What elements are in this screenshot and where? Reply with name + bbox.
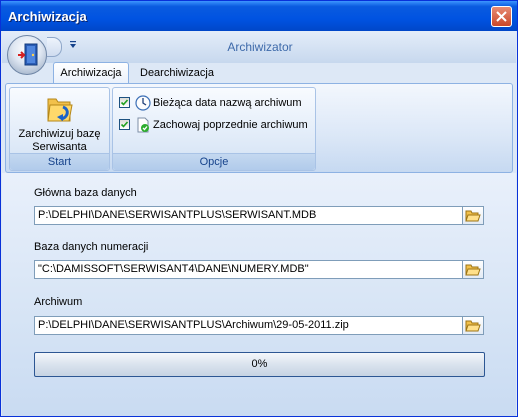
archive-button-label-line1: Zarchiwizuj bazę [18, 128, 101, 140]
archive-input[interactable]: P:\DELPHI\DANE\SERWISANTPLUS\Archiwum\29… [34, 316, 463, 335]
open-folder-icon [465, 210, 481, 222]
numbering-db-label: Baza danych numeracji [34, 241, 149, 253]
keep-previous-label: Zachowaj poprzednie archiwum [153, 119, 308, 131]
tab-archiwizacja[interactable]: Archiwizacja [53, 62, 129, 83]
folder-arrow-icon [47, 98, 73, 122]
close-button[interactable] [491, 6, 512, 27]
current-date-label: Bieżąca data nazwą archiwum [153, 97, 302, 109]
checkmark-icon [120, 99, 129, 106]
title-bar[interactable]: Archiwizacja [1, 1, 517, 31]
archive-database-button[interactable]: Zarchiwizuj bazę Serwisanta [12, 90, 107, 154]
group-start: Zarchiwizuj bazę Serwisanta Start [9, 87, 110, 171]
numbering-db-input[interactable]: "C:\DAMISSOFT\SERWISANT4\DANE\NUMERY.MDB… [34, 260, 463, 279]
checkmark-icon [120, 121, 129, 128]
progress-bar: 0% [34, 352, 485, 377]
main-db-label: Główna baza danych [34, 187, 137, 199]
document-check-icon [137, 117, 149, 133]
main-db-input[interactable]: P:\DELPHI\DANE\SERWISANTPLUS\SERWISANT.M… [34, 206, 463, 225]
customize-toolbar-dropdown-icon[interactable] [68, 40, 78, 50]
open-folder-icon [465, 320, 481, 332]
app-title: Archiwizator [227, 40, 293, 54]
archive-window: Archiwizacja Archiwizator Archiwizacja D… [0, 0, 518, 417]
current-date-checkbox[interactable] [119, 97, 130, 108]
ribbon-panel: Zarchiwizuj bazę Serwisanta Start Bieżąc… [5, 83, 513, 173]
main-db-browse-button[interactable] [463, 206, 484, 225]
open-folder-icon [465, 264, 481, 276]
keep-previous-checkbox[interactable] [119, 119, 130, 130]
close-icon [496, 11, 507, 22]
progress-text: 0% [251, 358, 268, 370]
clock-icon [135, 95, 151, 111]
tab-dearchiwizacja[interactable]: Dearchiwizacja [137, 63, 217, 83]
window-title: Archiwizacja [8, 9, 87, 24]
application-menu-button[interactable] [7, 35, 47, 75]
archive-label: Archiwum [34, 296, 83, 308]
group-opcje: Bieżąca data nazwą archiwum Zachowaj pop… [112, 87, 316, 171]
archive-browse-button[interactable] [463, 316, 484, 335]
exit-door-icon [18, 43, 38, 66]
group-opcje-label: Opcje [113, 153, 315, 170]
archive-button-label: Zarchiwizuj bazę Serwisanta [12, 128, 107, 154]
numbering-db-browse-button[interactable] [463, 260, 484, 279]
group-start-label: Start [10, 153, 109, 170]
